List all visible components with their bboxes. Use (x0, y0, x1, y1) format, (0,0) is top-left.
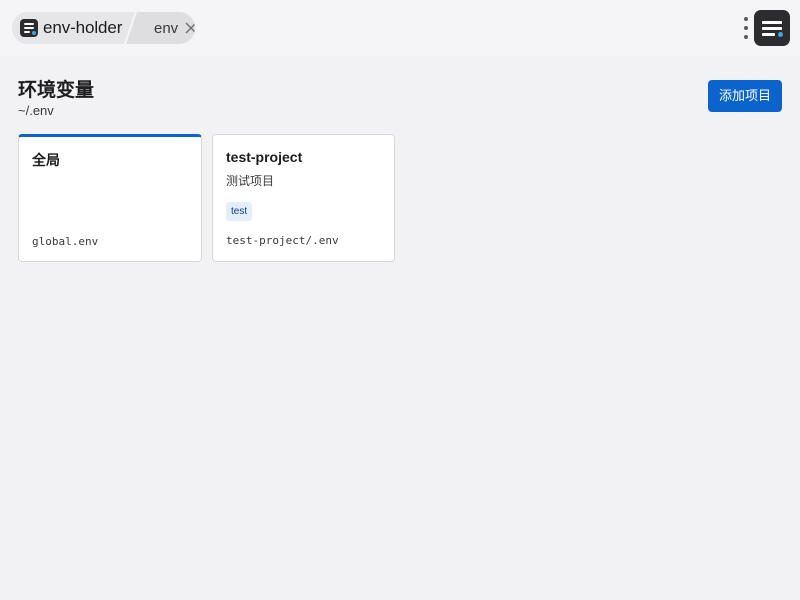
breadcrumb: env-holder env (12, 12, 195, 44)
menu-icon[interactable] (754, 10, 790, 46)
card-file-path: global.env (32, 235, 99, 248)
card-description: 测试项目 (226, 174, 275, 188)
card-tag: test (226, 202, 253, 221)
page-path: ~/.env (18, 103, 54, 118)
breadcrumb-separator (124, 12, 137, 44)
app-name: env-holder (43, 18, 123, 37)
project-card-test-project[interactable]: test-project 测试项目 test test-project/.env (212, 134, 395, 262)
close-icon[interactable] (184, 21, 195, 35)
add-project-button[interactable]: 添加项目 (708, 80, 782, 112)
app-icon (20, 19, 38, 37)
card-file-path: test-project/.env (226, 234, 339, 247)
project-card-global[interactable]: 全局 global.env (18, 134, 202, 262)
top-bar: env-holder env (0, 0, 800, 56)
more-vertical-icon[interactable] (740, 15, 752, 41)
tab-env[interactable]: env (154, 20, 178, 37)
card-title: 全局 (32, 152, 60, 168)
page-title: 环境变量 (18, 80, 95, 101)
breadcrumb-app[interactable]: env-holder (12, 12, 136, 44)
card-title: test-project (226, 149, 303, 165)
